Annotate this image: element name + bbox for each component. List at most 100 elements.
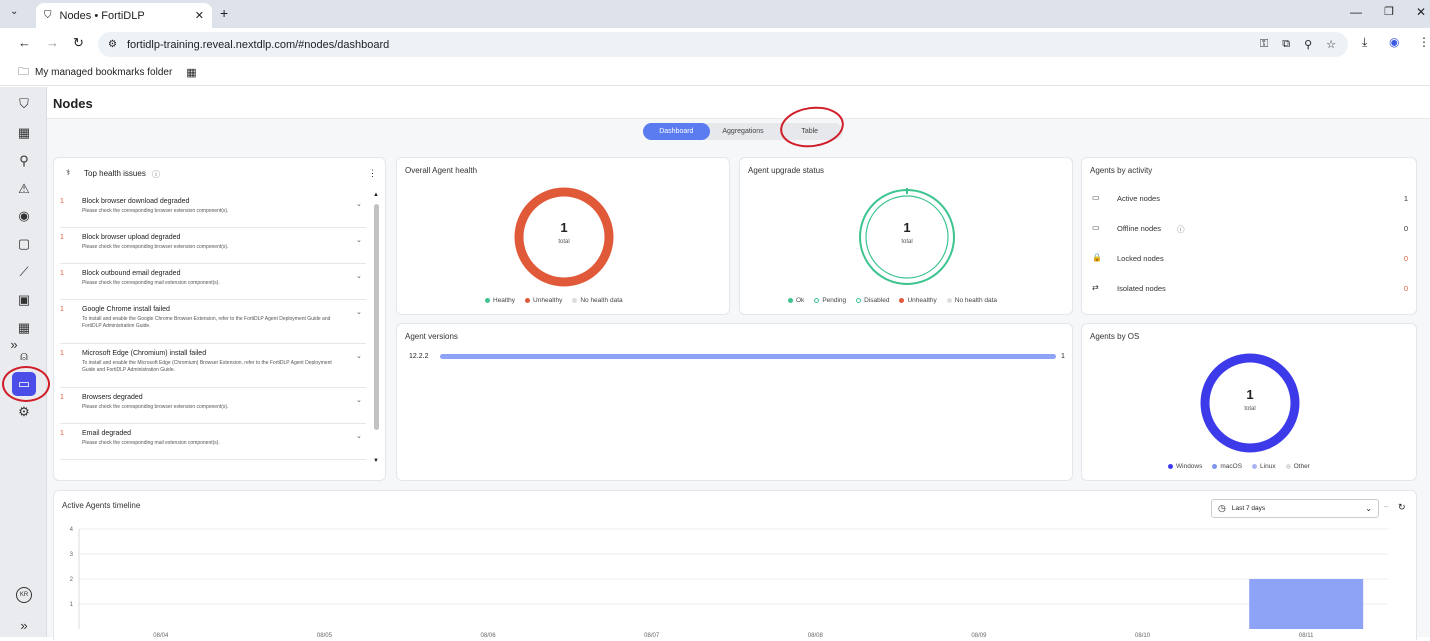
issue-description: To install and enable the Google Chrome …	[82, 316, 331, 329]
legend-no-health-data[interactable]: No health data	[572, 297, 623, 304]
date-range-select[interactable]: ◷ Last 7 days ⌄	[1211, 499, 1379, 518]
reload-icon[interactable]: ↻	[73, 35, 84, 51]
activity-row[interactable]: 🔒 Locked nodes 0	[1092, 252, 1408, 266]
legend-linux[interactable]: Linux	[1252, 463, 1276, 470]
browser-tab[interactable]: ⛉ Nodes • FortiDLP ✕	[36, 3, 212, 28]
activity-row-icon: ⇄	[1092, 283, 1099, 292]
policy-icon[interactable]: ▣	[14, 290, 34, 310]
user-icon[interactable]: ⍝	[14, 346, 34, 366]
new-tab-button[interactable]: +	[220, 5, 228, 21]
legend-other[interactable]: Other	[1285, 463, 1310, 470]
os-title: Agents by OS	[1090, 332, 1140, 341]
version-bar[interactable]	[440, 354, 1056, 359]
health-issue-item[interactable]: 1 Email degraded Please check the correspo…	[60, 428, 366, 460]
timeline-chart: 1 2 3 4 08/04 08/05 08/06 08/07 08/08 08/09 08/10 0…	[70, 527, 1388, 639]
activity-row[interactable]: ▭ Offline nodes ⓘ 0	[1092, 222, 1408, 236]
expand-chevron-icon[interactable]: ⌄	[356, 200, 362, 208]
expand-chevron-icon[interactable]: ⌄	[356, 432, 362, 440]
url-bar[interactable]: ⚙ fortidlp-training.reveal.nextdlp.com/#…	[98, 32, 1348, 57]
x-tick-label: 08/06	[481, 633, 497, 639]
health-issue-item[interactable]: 1 Block browser download degraded Please c…	[60, 196, 366, 228]
legend-ok[interactable]: Ok	[788, 297, 804, 304]
tab-menu-chevron-icon[interactable]: ⌄	[10, 6, 18, 17]
site-settings-icon[interactable]: ⚙	[108, 39, 117, 50]
issue-title: Block browser download degraded	[82, 198, 190, 205]
refresh-icon[interactable]: ↻	[1398, 502, 1406, 513]
browser-menu-icon[interactable]: ⋮	[1418, 35, 1430, 49]
activity-row-label: Active nodes	[1117, 194, 1160, 203]
health-issue-item[interactable]: 1 Google Chrome install failed To install …	[60, 304, 366, 344]
info-icon[interactable]: ⓘ	[152, 169, 160, 180]
issue-title: Browsers degraded	[82, 394, 143, 401]
timeline-bar[interactable]	[1249, 579, 1364, 629]
health-issue-item[interactable]: 1 Block browser upload degraded Please che…	[60, 232, 366, 264]
issue-count: 1	[60, 430, 64, 437]
briefcase-icon[interactable]: ▢	[14, 234, 34, 254]
logo-shield-icon[interactable]: ⛉	[14, 94, 34, 114]
collapse-icon[interactable]: »	[14, 615, 34, 635]
page-title: Nodes	[53, 96, 93, 111]
eye-icon[interactable]: ◉	[14, 206, 34, 226]
x-tick-label: 08/07	[644, 633, 660, 639]
close-window-icon[interactable]: ✕	[1416, 5, 1426, 19]
expand-chevron-icon[interactable]: ⌄	[356, 308, 362, 316]
version-count: 1	[1061, 353, 1065, 360]
tab-aggregations[interactable]: Aggregations	[710, 123, 777, 140]
activity-row-label: Isolated nodes	[1117, 284, 1166, 293]
legend-unhealthy[interactable]: Unhealthy	[525, 297, 562, 304]
activity-card: Agents by activity ▭ Active nodes 1 ▭ Offlin…	[1081, 157, 1417, 315]
legend-macos[interactable]: macOS	[1212, 463, 1242, 470]
expand-chevron-icon[interactable]: ⌄	[356, 236, 362, 244]
analytics-icon[interactable]: ⟋	[14, 262, 34, 282]
expand-chevron-icon[interactable]: ⌄	[356, 396, 362, 404]
forward-icon[interactable]: →	[46, 35, 59, 50]
main-content: Nodes Dashboard Aggregations Table ⚕ Top…	[47, 87, 1430, 640]
apps-grid-icon[interactable]: ▦	[186, 66, 196, 79]
bookmark-star-icon[interactable]: ☆	[1326, 38, 1336, 51]
activity-row-icon: 🔒	[1092, 253, 1102, 262]
legend-no-health-data[interactable]: No health data	[946, 297, 997, 304]
back-icon[interactable]: ←	[18, 35, 31, 50]
restore-icon[interactable]: ❐	[1384, 5, 1394, 18]
issue-description: To install and enable the Microsoft Edge…	[82, 360, 332, 373]
health-issue-item[interactable]: 1 Browsers degraded Please check the corre…	[60, 392, 366, 424]
issue-title: Block outbound email degraded	[82, 270, 181, 277]
activity-row[interactable]: ⇄ Isolated nodes 0	[1092, 282, 1408, 296]
profile-icon[interactable]: ◉	[1389, 35, 1399, 49]
close-tab-icon[interactable]: ✕	[195, 9, 204, 22]
legend-disabled[interactable]: Disabled	[856, 297, 889, 304]
settings-icon[interactable]: ⚙	[14, 402, 34, 422]
info-icon[interactable]: ⓘ	[1177, 224, 1185, 235]
search-icon[interactable]: ⚲	[14, 151, 34, 171]
expand-chevron-icon[interactable]: ⌄	[356, 272, 362, 280]
chevron-down-icon: ⌄	[1365, 504, 1372, 513]
tab-dashboard[interactable]: Dashboard	[643, 123, 710, 140]
avatar[interactable]: KR	[16, 587, 32, 603]
zoom-icon[interactable]: ⚲	[1304, 38, 1312, 51]
legend-unhealthy[interactable]: Unhealthy	[899, 297, 937, 304]
legend-windows[interactable]: Windows	[1168, 463, 1202, 470]
downloads-icon[interactable]: ⤓	[1362, 35, 1367, 50]
dashboard-icon[interactable]: ▦	[14, 123, 34, 143]
health-issue-item[interactable]: 1 Microsoft Edge (Chromium) install faile…	[60, 348, 366, 388]
y-tick-label: 2	[70, 577, 74, 583]
activity-row-label: Offline nodes	[1117, 224, 1162, 233]
card-menu-icon[interactable]: ⋮	[368, 168, 377, 179]
activity-row[interactable]: ▭ Active nodes 1	[1092, 192, 1408, 206]
alert-icon[interactable]: ⚠	[14, 179, 34, 199]
minimize-icon[interactable]: —	[1350, 5, 1362, 19]
scroll-down-icon[interactable]: ▼	[373, 458, 379, 464]
key-icon[interactable]: ⚿	[1260, 38, 1268, 51]
x-tick-label: 08/09	[971, 633, 987, 639]
scroll-up-icon[interactable]: ▲	[373, 192, 379, 198]
issue-title: Google Chrome install failed	[82, 306, 170, 313]
legend-pending[interactable]: Pending	[814, 297, 846, 304]
expand-chevron-icon[interactable]: ⌄	[356, 352, 362, 360]
health-issues-list: 1 Block browser download degraded Please c…	[54, 196, 374, 476]
install-app-icon[interactable]: ⧉	[1282, 38, 1290, 51]
health-issue-item[interactable]: 1 Block outbound email degraded Please che…	[60, 268, 366, 300]
bookmarks-folder[interactable]: My managed bookmarks folder	[35, 67, 172, 78]
legend-healthy[interactable]: Healthy	[485, 297, 515, 304]
os-donut	[1200, 353, 1300, 453]
scrollbar[interactable]	[374, 204, 379, 430]
